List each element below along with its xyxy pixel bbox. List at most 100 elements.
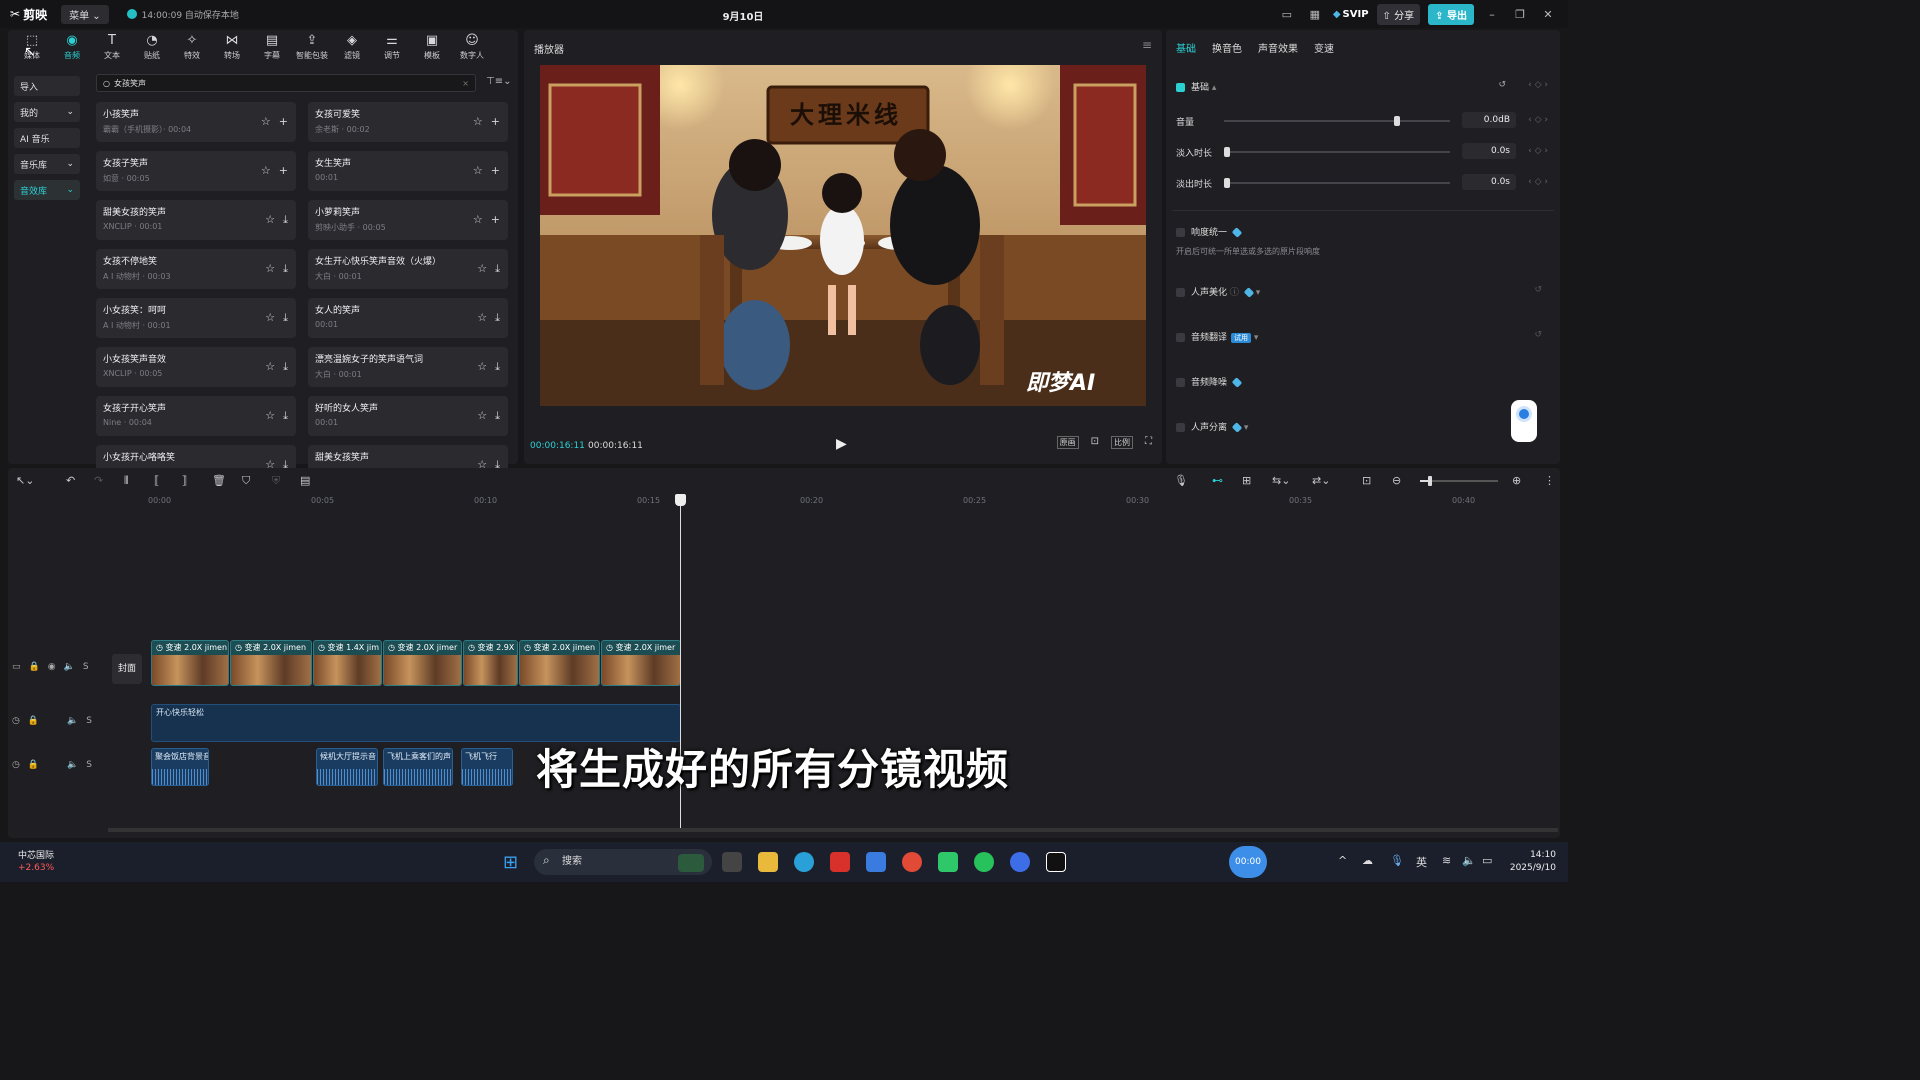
chat-icon[interactable]: [938, 852, 958, 872]
denoise-checkbox[interactable]: [1176, 378, 1185, 387]
star-icon[interactable]: ☆: [473, 213, 483, 226]
chevron-down-icon[interactable]: ▾: [1244, 423, 1249, 433]
solo-icon[interactable]: S: [86, 716, 92, 726]
floating-assistant-icon[interactable]: [1511, 400, 1537, 442]
capcut-taskbar-icon[interactable]: [1046, 852, 1066, 872]
star-icon[interactable]: ☆: [477, 311, 487, 325]
feishu-icon[interactable]: [866, 852, 886, 872]
chevron-up-icon[interactable]: ▴: [1212, 83, 1217, 93]
close-button[interactable]: ✕: [1538, 8, 1558, 21]
sfx-clip[interactable]: 飞机飞行: [461, 748, 513, 786]
fadeout-slider[interactable]: [1224, 178, 1450, 188]
chrome-icon[interactable]: [902, 852, 922, 872]
sound-search[interactable]: ○ 女孩笑声 ×: [96, 74, 476, 92]
export-button[interactable]: ⇪ 导出: [1428, 3, 1474, 25]
add-or-download-icon[interactable]: +: [491, 213, 500, 226]
mic-icon[interactable]: 🎙: [1174, 474, 1188, 487]
redo-icon[interactable]: ↷: [94, 474, 103, 487]
stock-chart-icon[interactable]: [678, 854, 704, 872]
sidebar-item-4[interactable]: 音效库 ⌄: [14, 180, 80, 200]
sound-card[interactable]: 小女孩笑声音效 XNCLIP · 00:05 ☆ ⤓: [96, 347, 296, 387]
clear-icon[interactable]: ×: [462, 79, 469, 88]
eye-icon[interactable]: ◉: [48, 662, 56, 672]
fadein-value[interactable]: 0.0s: [1462, 143, 1516, 159]
sidebar-item-1[interactable]: 我的 ⌄: [14, 102, 80, 122]
add-or-download-icon[interactable]: ⤓: [283, 409, 288, 423]
minimize-button[interactable]: –: [1482, 8, 1502, 21]
sound-card[interactable]: 女孩可爱笑 余老斯 · 00:02 ☆ +: [308, 102, 508, 142]
star-icon[interactable]: ☆: [265, 360, 275, 374]
wps-icon[interactable]: [830, 852, 850, 872]
star-icon[interactable]: ☆: [477, 409, 487, 423]
tool-8[interactable]: ◈ 滤镜: [332, 30, 372, 64]
sound-card[interactable]: 漂亮温婉女子的笑声语气词 大白 · 00:01 ☆ ⤓: [308, 347, 508, 387]
player-menu-icon[interactable]: ≡: [1142, 38, 1152, 52]
restore-button[interactable]: ❐: [1510, 8, 1530, 21]
add-or-download-icon[interactable]: ⤓: [495, 262, 500, 276]
sfx-clip[interactable]: 候机大厅提示音: [316, 748, 378, 786]
filter-icon[interactable]: ⊤≡⌄: [486, 76, 511, 87]
star-icon[interactable]: ☆: [473, 164, 483, 177]
tool-6[interactable]: ▤ 字幕: [252, 30, 292, 64]
tool-2[interactable]: T 文本: [92, 30, 132, 64]
more-icon[interactable]: ⋮: [1544, 474, 1555, 487]
zoom-slider[interactable]: [1420, 476, 1498, 486]
sound-card[interactable]: 女人的笑声 00:01 ☆ ⤓: [308, 298, 508, 338]
stock-widget[interactable]: 中芯国际 +2.63%: [18, 848, 54, 873]
reset-icon[interactable]: ↺: [1498, 80, 1506, 90]
lock-icon[interactable]: 🔒: [29, 662, 40, 672]
recorder-timer[interactable]: 00:00: [1229, 846, 1267, 878]
volume-slider[interactable]: [1224, 116, 1450, 126]
star-icon[interactable]: ☆: [261, 164, 271, 177]
lock-icon[interactable]: 🔒: [28, 760, 39, 770]
video-clip[interactable]: ◷ 变速 2.0X jimer: [601, 640, 681, 686]
sfx-clip[interactable]: 聚会饭店背景音: [151, 748, 209, 786]
keyframe-icon[interactable]: ‹ ◇ ›: [1528, 80, 1548, 90]
star-icon[interactable]: ☆: [477, 360, 487, 374]
project-title[interactable]: 9月10日: [700, 8, 786, 23]
add-or-download-icon[interactable]: ⤓: [283, 262, 288, 276]
ratio-button[interactable]: 比例: [1111, 436, 1133, 449]
shield-icon[interactable]: ⛨: [272, 474, 280, 488]
sfx-clip[interactable]: 飞机上乘客们的声: [383, 748, 453, 786]
video-clip[interactable]: ◷ 变速 2.9X: [463, 640, 518, 686]
sound-card[interactable]: 好听的女人笑声 00:01 ☆ ⤓: [308, 396, 508, 436]
sound-card[interactable]: 女孩子笑声 如意 · 00:05 ☆ +: [96, 151, 296, 191]
sidebar-item-2[interactable]: AI 音乐: [14, 128, 80, 148]
basic-checkbox[interactable]: [1176, 83, 1185, 92]
browser-icon[interactable]: [1010, 852, 1030, 872]
chevron-down-icon[interactable]: ▾: [1256, 288, 1261, 298]
zoom-out-icon[interactable]: ⊖: [1392, 474, 1401, 487]
fadein-knob[interactable]: [1224, 147, 1230, 157]
star-icon[interactable]: ☆: [477, 262, 487, 276]
sound-card[interactable]: 甜美女孩的笑声 XNCLIP · 00:01 ☆ ⤓: [96, 200, 296, 240]
star-icon[interactable]: ☆: [265, 262, 275, 276]
task-view-icon[interactable]: [722, 852, 742, 872]
add-or-download-icon[interactable]: ⤓: [495, 409, 500, 423]
speaker-icon[interactable]: 🔈: [64, 662, 75, 672]
prop-tab-1[interactable]: 换音色: [1212, 40, 1242, 55]
star-icon[interactable]: ☆: [473, 115, 483, 128]
edge-icon[interactable]: [794, 852, 814, 872]
tool-10[interactable]: ▣ 模板: [412, 30, 452, 64]
svip-button[interactable]: ◆ SVIP: [1333, 9, 1369, 20]
add-or-download-icon[interactable]: +: [279, 164, 288, 177]
menu-button[interactable]: 菜单 ⌄: [61, 4, 109, 24]
tool-5[interactable]: ⋈ 转场: [212, 30, 252, 64]
sound-card[interactable]: 女孩子开心笑声 Nine · 00:04 ☆ ⤓: [96, 396, 296, 436]
translate-checkbox[interactable]: [1176, 333, 1185, 342]
trim-right-icon[interactable]: ⟧: [182, 474, 187, 487]
enhance-reset-icon[interactable]: ↺: [1534, 285, 1542, 295]
separate-checkbox[interactable]: [1176, 423, 1185, 432]
delete-icon[interactable]: 🗑: [212, 474, 226, 487]
mic-tray-icon[interactable]: 🎙: [1390, 854, 1404, 867]
file-explorer-icon[interactable]: [758, 852, 778, 872]
trim-left-icon[interactable]: ⟦: [154, 474, 159, 487]
video-clip[interactable]: ◷ 变速 2.0X jimen: [230, 640, 312, 686]
ime-indicator[interactable]: 英: [1416, 854, 1427, 870]
marker-icon[interactable]: ⛉: [242, 474, 250, 488]
star-icon[interactable]: ☆: [265, 213, 275, 227]
tool-11[interactable]: ☺ 数字人: [452, 30, 492, 64]
tool-1[interactable]: ◉ 音频: [52, 30, 92, 64]
prop-tab-0[interactable]: 基础: [1176, 40, 1196, 55]
